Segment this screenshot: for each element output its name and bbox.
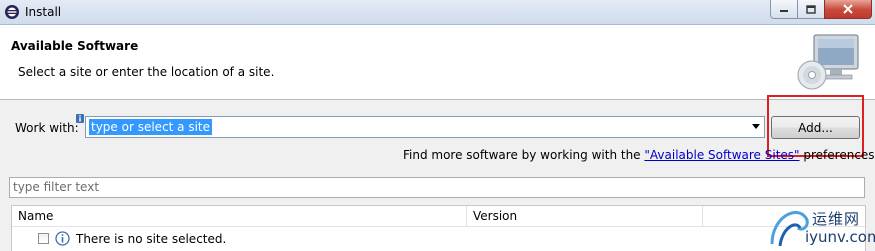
eclipse-app-icon [5, 5, 19, 19]
title-bar: Install [0, 0, 875, 25]
install-monitor-icon [797, 34, 859, 90]
info-decoration-icon [76, 114, 84, 123]
minimize-icon [780, 10, 788, 12]
table-row[interactable]: There is no site selected. [12, 228, 865, 250]
find-more-suffix: preferences. [799, 148, 875, 162]
table-header: Name Version [12, 206, 865, 227]
info-icon [55, 231, 70, 246]
wizard-header: Available Software Select a site or ente… [0, 25, 875, 100]
minimize-button[interactable] [770, 0, 798, 19]
filter-input[interactable]: type filter text [9, 177, 865, 198]
column-header-name[interactable]: Name [12, 206, 467, 226]
available-software-sites-link[interactable]: "Available Software Sites" [644, 148, 799, 162]
row-checkbox[interactable] [38, 233, 49, 244]
close-button[interactable] [824, 0, 872, 19]
software-table: Name Version There is no site selected. [11, 205, 866, 251]
row-name: There is no site selected. [76, 232, 227, 246]
column-header-version[interactable]: Version [467, 206, 703, 226]
work-with-selected-text: type or select a site [89, 119, 213, 135]
work-with-label: Work with: [15, 121, 79, 135]
maximize-icon [806, 4, 816, 14]
page-title: Available Software [11, 39, 139, 53]
window-title: Install [25, 5, 62, 19]
dropdown-arrow-icon[interactable] [752, 124, 760, 129]
watermark-cn: 运维网 [812, 210, 861, 228]
find-more-prefix: Find more software by working with the [403, 148, 645, 162]
close-icon [843, 4, 853, 14]
watermark-en: iyunv.com [805, 228, 875, 246]
maximize-button[interactable] [797, 0, 825, 19]
find-more-text: Find more software by working with the "… [403, 148, 875, 162]
page-description: Select a site or enter the location of a… [18, 65, 275, 79]
work-with-combo[interactable]: type or select a site [85, 116, 765, 138]
